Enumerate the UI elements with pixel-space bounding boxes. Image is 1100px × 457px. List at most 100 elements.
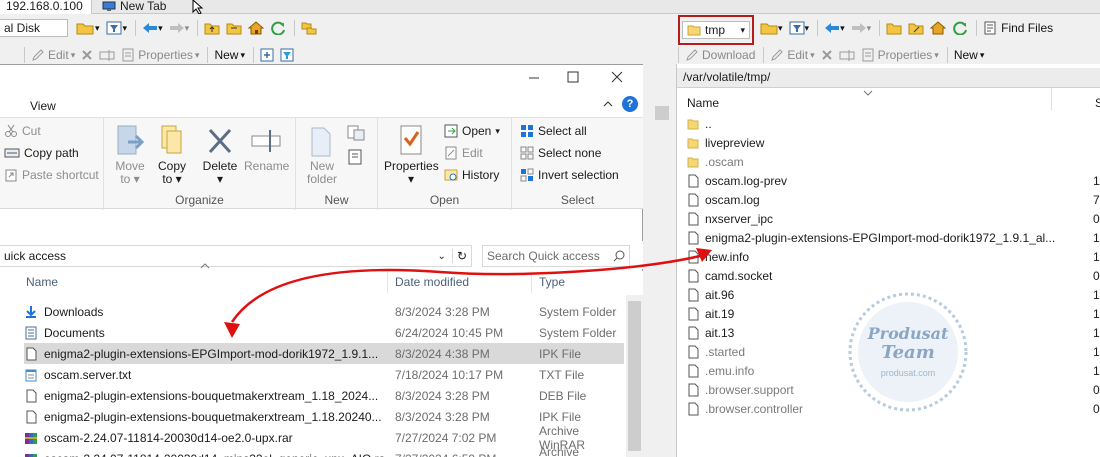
- parent-folder-button[interactable]: [202, 18, 222, 38]
- edit-button[interactable]: Edit ▾: [29, 45, 77, 65]
- maximize-button[interactable]: [564, 71, 584, 85]
- home-button[interactable]: [246, 18, 266, 38]
- remote-file-row[interactable]: nxserver_ipc 0: [687, 209, 1100, 228]
- file-row[interactable]: Documents 6/24/2024 10:45 PM System Folder: [24, 322, 624, 343]
- refresh-address-icon[interactable]: ↻: [451, 249, 467, 263]
- folder-select[interactable]: tmp ▾: [682, 21, 750, 39]
- filter-button[interactable]: ▾: [104, 18, 130, 38]
- open-folder-button-right[interactable]: ▾: [758, 18, 785, 38]
- drive-select[interactable]: al Disk: [0, 19, 68, 37]
- new-button[interactable]: New ▾: [212, 45, 247, 65]
- rename-ribbon-button[interactable]: Rename: [244, 124, 289, 173]
- delete-button[interactable]: [79, 45, 95, 65]
- folder-select-highlight: tmp ▾: [678, 15, 754, 45]
- file-row[interactable]: enigma2-plugin-extensions-bouquetmakerxt…: [24, 406, 624, 427]
- download-button[interactable]: Download: [683, 45, 757, 65]
- download-label: Download: [702, 48, 756, 62]
- delete-ribbon-button[interactable]: Delete ▾: [200, 124, 240, 186]
- rename-button-right[interactable]: [837, 45, 857, 65]
- invert-selection-button[interactable]: Invert selection: [520, 166, 619, 184]
- edit-button-right[interactable]: Edit ▾: [768, 45, 816, 65]
- pane-splitter[interactable]: [643, 64, 676, 457]
- remote-file-row[interactable]: enigma2-plugin-extensions-EPGImport-mod-…: [687, 228, 1100, 247]
- remote-file-row[interactable]: oscam.log 7: [687, 190, 1100, 209]
- select-none-button[interactable]: Select none: [520, 144, 601, 162]
- remote-file-name: ait.13: [705, 325, 735, 340]
- find-files-button[interactable]: Find Files: [981, 18, 1055, 38]
- separator: [817, 20, 819, 36]
- file-row[interactable]: enigma2-plugin-extensions-bouquetmakerxt…: [24, 385, 624, 406]
- paste-shortcut-icon: [5, 169, 17, 182]
- file-name-cell: Documents: [24, 326, 384, 340]
- cut-button[interactable]: Cut: [4, 122, 41, 140]
- paste-shortcut-button[interactable]: Paste shortcut: [4, 166, 99, 184]
- forward-button-right[interactable]: ▾: [849, 18, 874, 38]
- scrollbar-thumb[interactable]: [628, 301, 641, 451]
- sync-browse-button[interactable]: [299, 18, 319, 38]
- remote-file-row[interactable]: camd.socket 0: [687, 266, 1100, 285]
- tab-view[interactable]: View: [30, 99, 56, 113]
- copy-path-button[interactable]: Copy path: [4, 144, 79, 162]
- open-folder-button[interactable]: ▾: [74, 18, 102, 38]
- help-button[interactable]: ?: [622, 96, 638, 112]
- col-name-header[interactable]: Name: [26, 275, 58, 289]
- rename-button[interactable]: [97, 45, 117, 65]
- history-button[interactable]: History: [444, 166, 499, 184]
- remote-file-row[interactable]: oscam.log-prev 11: [687, 171, 1100, 190]
- remote-file-row[interactable]: .oscam: [687, 152, 1100, 171]
- parent-folder-button-right[interactable]: [884, 18, 904, 38]
- file-row[interactable]: enigma2-plugin-extensions-EPGImport-mod-…: [24, 343, 624, 364]
- col-date-header[interactable]: Date modified: [395, 275, 469, 289]
- edit-folder-button-right[interactable]: [906, 18, 926, 38]
- back-button-right[interactable]: ▾: [822, 18, 847, 38]
- address-bar[interactable]: uick access ⌄ ↻: [0, 245, 472, 267]
- tab-server[interactable]: 192.168.0.100: [0, 0, 92, 14]
- file-row[interactable]: oscam-2.24.07-11814-20030d14_mips32el_ge…: [24, 445, 624, 457]
- easy-access-button[interactable]: [346, 148, 368, 166]
- edit-pencil-icon: [32, 49, 44, 61]
- back-button[interactable]: ▾: [140, 18, 165, 38]
- move-to-button[interactable]: Move to ▾: [112, 124, 148, 186]
- edit-ribbon-button[interactable]: Edit: [444, 144, 483, 162]
- separator: [197, 20, 199, 36]
- properties-button-right[interactable]: Properties ▾: [859, 45, 941, 65]
- filter-small-button[interactable]: [278, 45, 296, 65]
- remote-file-row[interactable]: livepreview: [687, 133, 1100, 152]
- search-box[interactable]: Search Quick access: [482, 245, 630, 267]
- new-item-button[interactable]: [346, 124, 368, 142]
- remote-col-name-header[interactable]: Name: [687, 96, 719, 110]
- forward-button[interactable]: ▾: [167, 18, 192, 38]
- minimize-button[interactable]: [524, 71, 544, 85]
- properties-dropdown: ▾: [407, 172, 415, 186]
- remote-col-size-header[interactable]: S: [1095, 96, 1100, 110]
- properties-check-icon: [400, 125, 422, 155]
- address-dropdown-icon[interactable]: ⌄: [438, 251, 446, 262]
- properties-button[interactable]: Properties ▾: [119, 45, 201, 65]
- home-button-right[interactable]: [928, 18, 948, 38]
- open-button[interactable]: Open ▾: [444, 122, 500, 140]
- delete-button-right[interactable]: [819, 45, 835, 65]
- tab-new[interactable]: New Tab: [100, 0, 188, 14]
- new-folder-button[interactable]: New folder: [302, 124, 342, 186]
- filter-button-right[interactable]: ▾: [787, 18, 812, 38]
- file-row[interactable]: Downloads 8/3/2024 3:28 PM System Folder: [24, 301, 624, 322]
- refresh-button[interactable]: [268, 18, 288, 38]
- file-row[interactable]: oscam-2.24.07-11814-20030d14-oe2.0-upx.r…: [24, 424, 624, 452]
- file-row[interactable]: oscam.server.txt 7/18/2024 10:17 PM TXT Fi…: [24, 364, 624, 385]
- close-button[interactable]: [608, 71, 628, 85]
- ribbon-collapse-icon[interactable]: [602, 99, 614, 109]
- expand-button[interactable]: [258, 45, 276, 65]
- select-all-button[interactable]: Select all: [520, 122, 587, 140]
- root-folder-button[interactable]: [224, 18, 244, 38]
- new-button-right[interactable]: New ▾: [952, 45, 987, 65]
- remote-file-row[interactable]: ..: [687, 114, 1100, 133]
- plus-box-icon: [260, 48, 274, 62]
- copy-to-button[interactable]: Copy to ▾: [154, 124, 190, 186]
- properties-ribbon-button[interactable]: Properties ▾: [384, 124, 439, 186]
- col-type-header[interactable]: Type: [539, 275, 565, 289]
- refresh-button-right[interactable]: [950, 18, 970, 38]
- splitter-scroll-thumb[interactable]: [655, 106, 669, 120]
- vertical-scrollbar[interactable]: [626, 295, 643, 457]
- remote-file-row[interactable]: new.info 1: [687, 247, 1100, 266]
- file-name-cell: enigma2-plugin-extensions-EPGImport-mod-…: [24, 347, 384, 361]
